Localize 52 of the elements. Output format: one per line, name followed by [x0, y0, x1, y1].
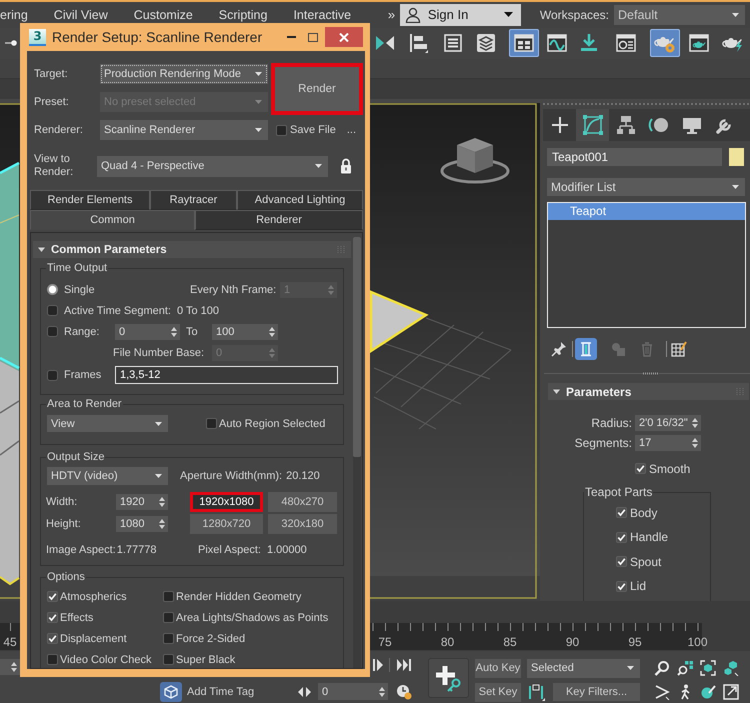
checkbox-label: Force 2-Sided — [176, 632, 246, 644]
checkbox-label: Body — [630, 506, 658, 520]
field-label: Pixel Aspect: — [198, 544, 262, 556]
field-label: To — [185, 326, 199, 338]
checkbox-label: Handle — [630, 530, 668, 544]
checkbox-label: Render Hidden Geometry — [176, 590, 302, 602]
frame-number: 85 — [502, 634, 518, 649]
checkbox-label: Effects — [60, 612, 94, 624]
field-label: Height: — [46, 518, 82, 530]
field-label: Image Aspect: — [46, 544, 116, 556]
workspaces-label: Workspaces: — [540, 8, 609, 22]
group-title: Area to Render — [46, 398, 123, 411]
field-label: View to Render: — [34, 153, 74, 179]
field-label: Target: — [34, 68, 69, 80]
group-title: Time Output — [46, 262, 108, 275]
field-label: Radius: — [590, 416, 632, 430]
checkbox-label: Spout — [630, 554, 662, 569]
field-label: Preset: — [34, 96, 70, 108]
group-title: Teapot Parts — [584, 486, 654, 500]
checkbox-label: Area Lights/Shadows as Points — [176, 612, 328, 624]
value-text: 1.77778 — [116, 544, 156, 556]
frame-number: 45 — [2, 634, 18, 649]
group-title: Options — [46, 571, 86, 584]
frame-number: 100 — [686, 634, 709, 649]
checkbox-label: Save File — [290, 124, 336, 136]
checkbox-label: Auto Region Selected — [219, 418, 326, 430]
frame-number: 75 — [377, 634, 393, 649]
window-title: Render Setup: Scanline Renderer — [52, 29, 262, 45]
radio-label: Active Time Segment: — [64, 304, 172, 316]
app-logo: 3 — [29, 28, 46, 46]
radio-label: Range: — [64, 326, 100, 338]
checkbox-label: Lid — [630, 579, 646, 594]
group-title: Output Size — [46, 451, 106, 464]
frame-number: 80 — [440, 634, 456, 649]
checkbox-label: Super Black — [176, 654, 236, 666]
field-label: Aperture Width(mm): — [180, 470, 282, 482]
frame-number: 90 — [564, 634, 580, 649]
checkbox-label: Displacement — [60, 632, 127, 644]
checkbox-label: Smooth — [649, 462, 690, 476]
checkbox-label: Atmospherics — [60, 590, 127, 602]
field-label: Renderer: — [34, 124, 84, 136]
value-text: 0 To 100 — [177, 304, 220, 316]
field-label: Segments: — [574, 436, 632, 450]
frame-number: 95 — [627, 634, 643, 649]
checkbox-label: Video Color Check — [60, 654, 152, 666]
value-text: 1.00000 — [267, 544, 307, 556]
field-label: File Number Base: — [113, 346, 206, 358]
field-label: Every Nth Frame: — [190, 284, 278, 296]
field-label: Width: — [46, 496, 78, 508]
value-text: 20.120 — [286, 470, 320, 482]
radio-label: Frames — [64, 369, 102, 381]
radio-label: Single — [64, 284, 96, 296]
